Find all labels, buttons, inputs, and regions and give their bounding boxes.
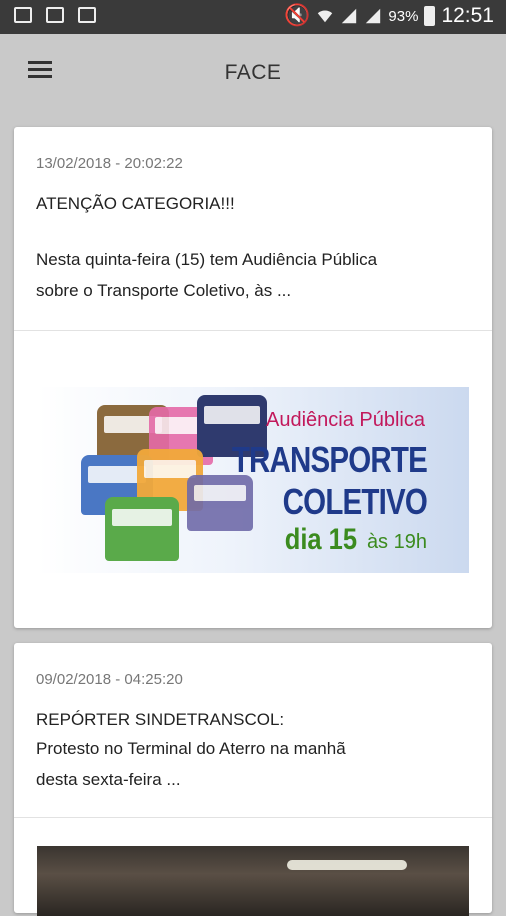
page-title: FACE <box>224 61 282 84</box>
event-banner: Audiência Pública TRANSPORTE COLETIVO di… <box>37 387 469 573</box>
banner-day: dia 15 <box>284 523 357 556</box>
post-image[interactable]: Audiência Pública TRANSPORTE COLETIVO di… <box>37 354 469 604</box>
divider <box>14 330 492 331</box>
post-excerpt-line: Nesta quinta-feira (15) tem Audiência Pú… <box>36 250 378 269</box>
notification-icons <box>14 7 96 23</box>
battery-icon <box>424 6 436 26</box>
post-card[interactable]: 13/02/2018 - 20:02:22 ATENÇÃO CATEGORIA!… <box>14 127 492 628</box>
post-date: 13/02/2018 - 20:02:22 <box>36 155 183 172</box>
banner-title: TRANSPORTE <box>231 439 428 480</box>
post-excerpt-line: desta sexta-feira ... <box>36 770 181 789</box>
battery-percent: 93% <box>388 7 419 25</box>
signal-icon <box>342 8 357 24</box>
bus-icon <box>105 497 179 561</box>
post-excerpt-line: Protesto no Terminal do Aterro na manhã <box>36 739 346 758</box>
voicemail-icon <box>46 7 64 23</box>
post-headline: REPÓRTER SINDETRANSCOL: Protesto no Term… <box>36 706 470 795</box>
mute-icon: 🔇 <box>284 4 311 27</box>
system-icons: 🔇 93% 12:51 <box>284 4 494 28</box>
banner-subtitle: Audiência Pública <box>266 409 425 431</box>
wifi-icon <box>318 10 333 23</box>
bus-icon <box>187 475 253 531</box>
post-excerpt: Nesta quinta-feira (15) tem Audiência Pú… <box>36 244 470 306</box>
divider <box>14 817 492 818</box>
post-excerpt-line: sobre o Transporte Coletivo, às ... <box>36 281 292 300</box>
post-headline: ATENÇÃO CATEGORIA!!! <box>36 194 235 213</box>
banner-title: COLETIVO <box>282 481 428 522</box>
image-notification-icon <box>14 7 32 23</box>
signal-icon <box>366 8 381 24</box>
post-image[interactable] <box>37 846 469 916</box>
clock: 12:51 <box>441 4 494 27</box>
banner-hour: às 19h <box>366 531 427 553</box>
post-card[interactable]: 09/02/2018 - 04:25:20 REPÓRTER SINDETRAN… <box>14 643 492 916</box>
post-headline-line: REPÓRTER SINDETRANSCOL: <box>36 710 285 729</box>
voicemail-icon <box>78 7 96 23</box>
post-date: 09/02/2018 - 04:25:20 <box>36 671 183 688</box>
status-bar: 🔇 93% 12:51 <box>0 0 506 34</box>
app-bar: FACE <box>0 34 506 112</box>
